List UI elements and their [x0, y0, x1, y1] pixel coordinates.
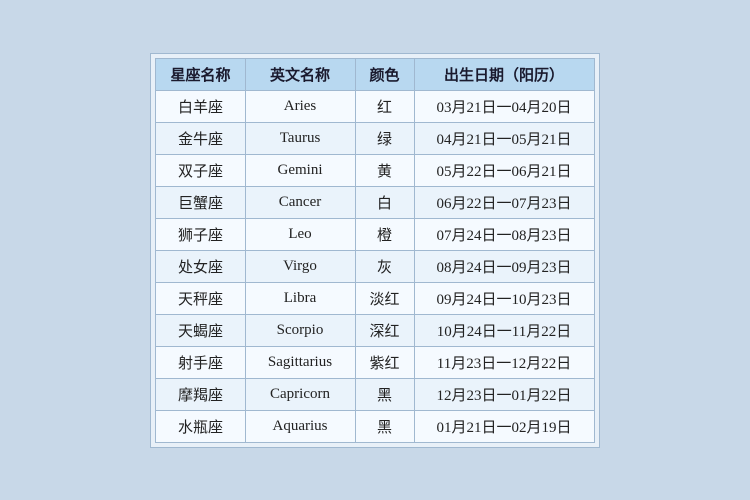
cell-zh: 狮子座	[156, 218, 245, 250]
cell-color: 黑	[355, 378, 414, 410]
cell-zh: 摩羯座	[156, 378, 245, 410]
cell-date: 09月24日一10月23日	[414, 282, 594, 314]
cell-zh: 金牛座	[156, 122, 245, 154]
cell-en: Scorpio	[245, 314, 355, 346]
table-row: 巨蟹座Cancer白06月22日一07月23日	[156, 186, 594, 218]
cell-color: 淡红	[355, 282, 414, 314]
table-header-row: 星座名称 英文名称 颜色 出生日期（阳历）	[156, 58, 594, 90]
cell-zh: 双子座	[156, 154, 245, 186]
cell-color: 黄	[355, 154, 414, 186]
cell-date: 03月21日一04月20日	[414, 90, 594, 122]
cell-zh: 巨蟹座	[156, 186, 245, 218]
header-zh: 星座名称	[156, 58, 245, 90]
table-row: 天秤座Libra淡红09月24日一10月23日	[156, 282, 594, 314]
cell-en: Cancer	[245, 186, 355, 218]
cell-date: 10月24日一11月22日	[414, 314, 594, 346]
cell-zh: 天蝎座	[156, 314, 245, 346]
cell-color: 紫红	[355, 346, 414, 378]
cell-color: 深红	[355, 314, 414, 346]
cell-date: 05月22日一06月21日	[414, 154, 594, 186]
cell-zh: 处女座	[156, 250, 245, 282]
cell-date: 11月23日一12月22日	[414, 346, 594, 378]
table-row: 摩羯座Capricorn黑12月23日一01月22日	[156, 378, 594, 410]
cell-zh: 射手座	[156, 346, 245, 378]
cell-en: Libra	[245, 282, 355, 314]
cell-zh: 天秤座	[156, 282, 245, 314]
cell-en: Aquarius	[245, 410, 355, 442]
cell-en: Gemini	[245, 154, 355, 186]
cell-color: 白	[355, 186, 414, 218]
cell-en: Virgo	[245, 250, 355, 282]
cell-color: 灰	[355, 250, 414, 282]
table-row: 射手座Sagittarius紫红11月23日一12月22日	[156, 346, 594, 378]
zodiac-table-container: 星座名称 英文名称 颜色 出生日期（阳历） 白羊座Aries红03月21日一04…	[150, 53, 599, 448]
cell-date: 01月21日一02月19日	[414, 410, 594, 442]
cell-date: 04月21日一05月21日	[414, 122, 594, 154]
cell-en: Capricorn	[245, 378, 355, 410]
table-row: 白羊座Aries红03月21日一04月20日	[156, 90, 594, 122]
cell-date: 08月24日一09月23日	[414, 250, 594, 282]
cell-color: 绿	[355, 122, 414, 154]
cell-date: 12月23日一01月22日	[414, 378, 594, 410]
cell-en: Aries	[245, 90, 355, 122]
table-row: 双子座Gemini黄05月22日一06月21日	[156, 154, 594, 186]
header-date: 出生日期（阳历）	[414, 58, 594, 90]
table-row: 狮子座Leo橙07月24日一08月23日	[156, 218, 594, 250]
table-row: 处女座Virgo灰08月24日一09月23日	[156, 250, 594, 282]
table-row: 金牛座Taurus绿04月21日一05月21日	[156, 122, 594, 154]
cell-zh: 白羊座	[156, 90, 245, 122]
header-en: 英文名称	[245, 58, 355, 90]
table-row: 水瓶座Aquarius黑01月21日一02月19日	[156, 410, 594, 442]
cell-en: Leo	[245, 218, 355, 250]
cell-color: 红	[355, 90, 414, 122]
cell-en: Taurus	[245, 122, 355, 154]
cell-color: 黑	[355, 410, 414, 442]
cell-zh: 水瓶座	[156, 410, 245, 442]
table-row: 天蝎座Scorpio深红10月24日一11月22日	[156, 314, 594, 346]
cell-color: 橙	[355, 218, 414, 250]
cell-en: Sagittarius	[245, 346, 355, 378]
cell-date: 06月22日一07月23日	[414, 186, 594, 218]
cell-date: 07月24日一08月23日	[414, 218, 594, 250]
header-color: 颜色	[355, 58, 414, 90]
zodiac-table: 星座名称 英文名称 颜色 出生日期（阳历） 白羊座Aries红03月21日一04…	[155, 58, 594, 443]
